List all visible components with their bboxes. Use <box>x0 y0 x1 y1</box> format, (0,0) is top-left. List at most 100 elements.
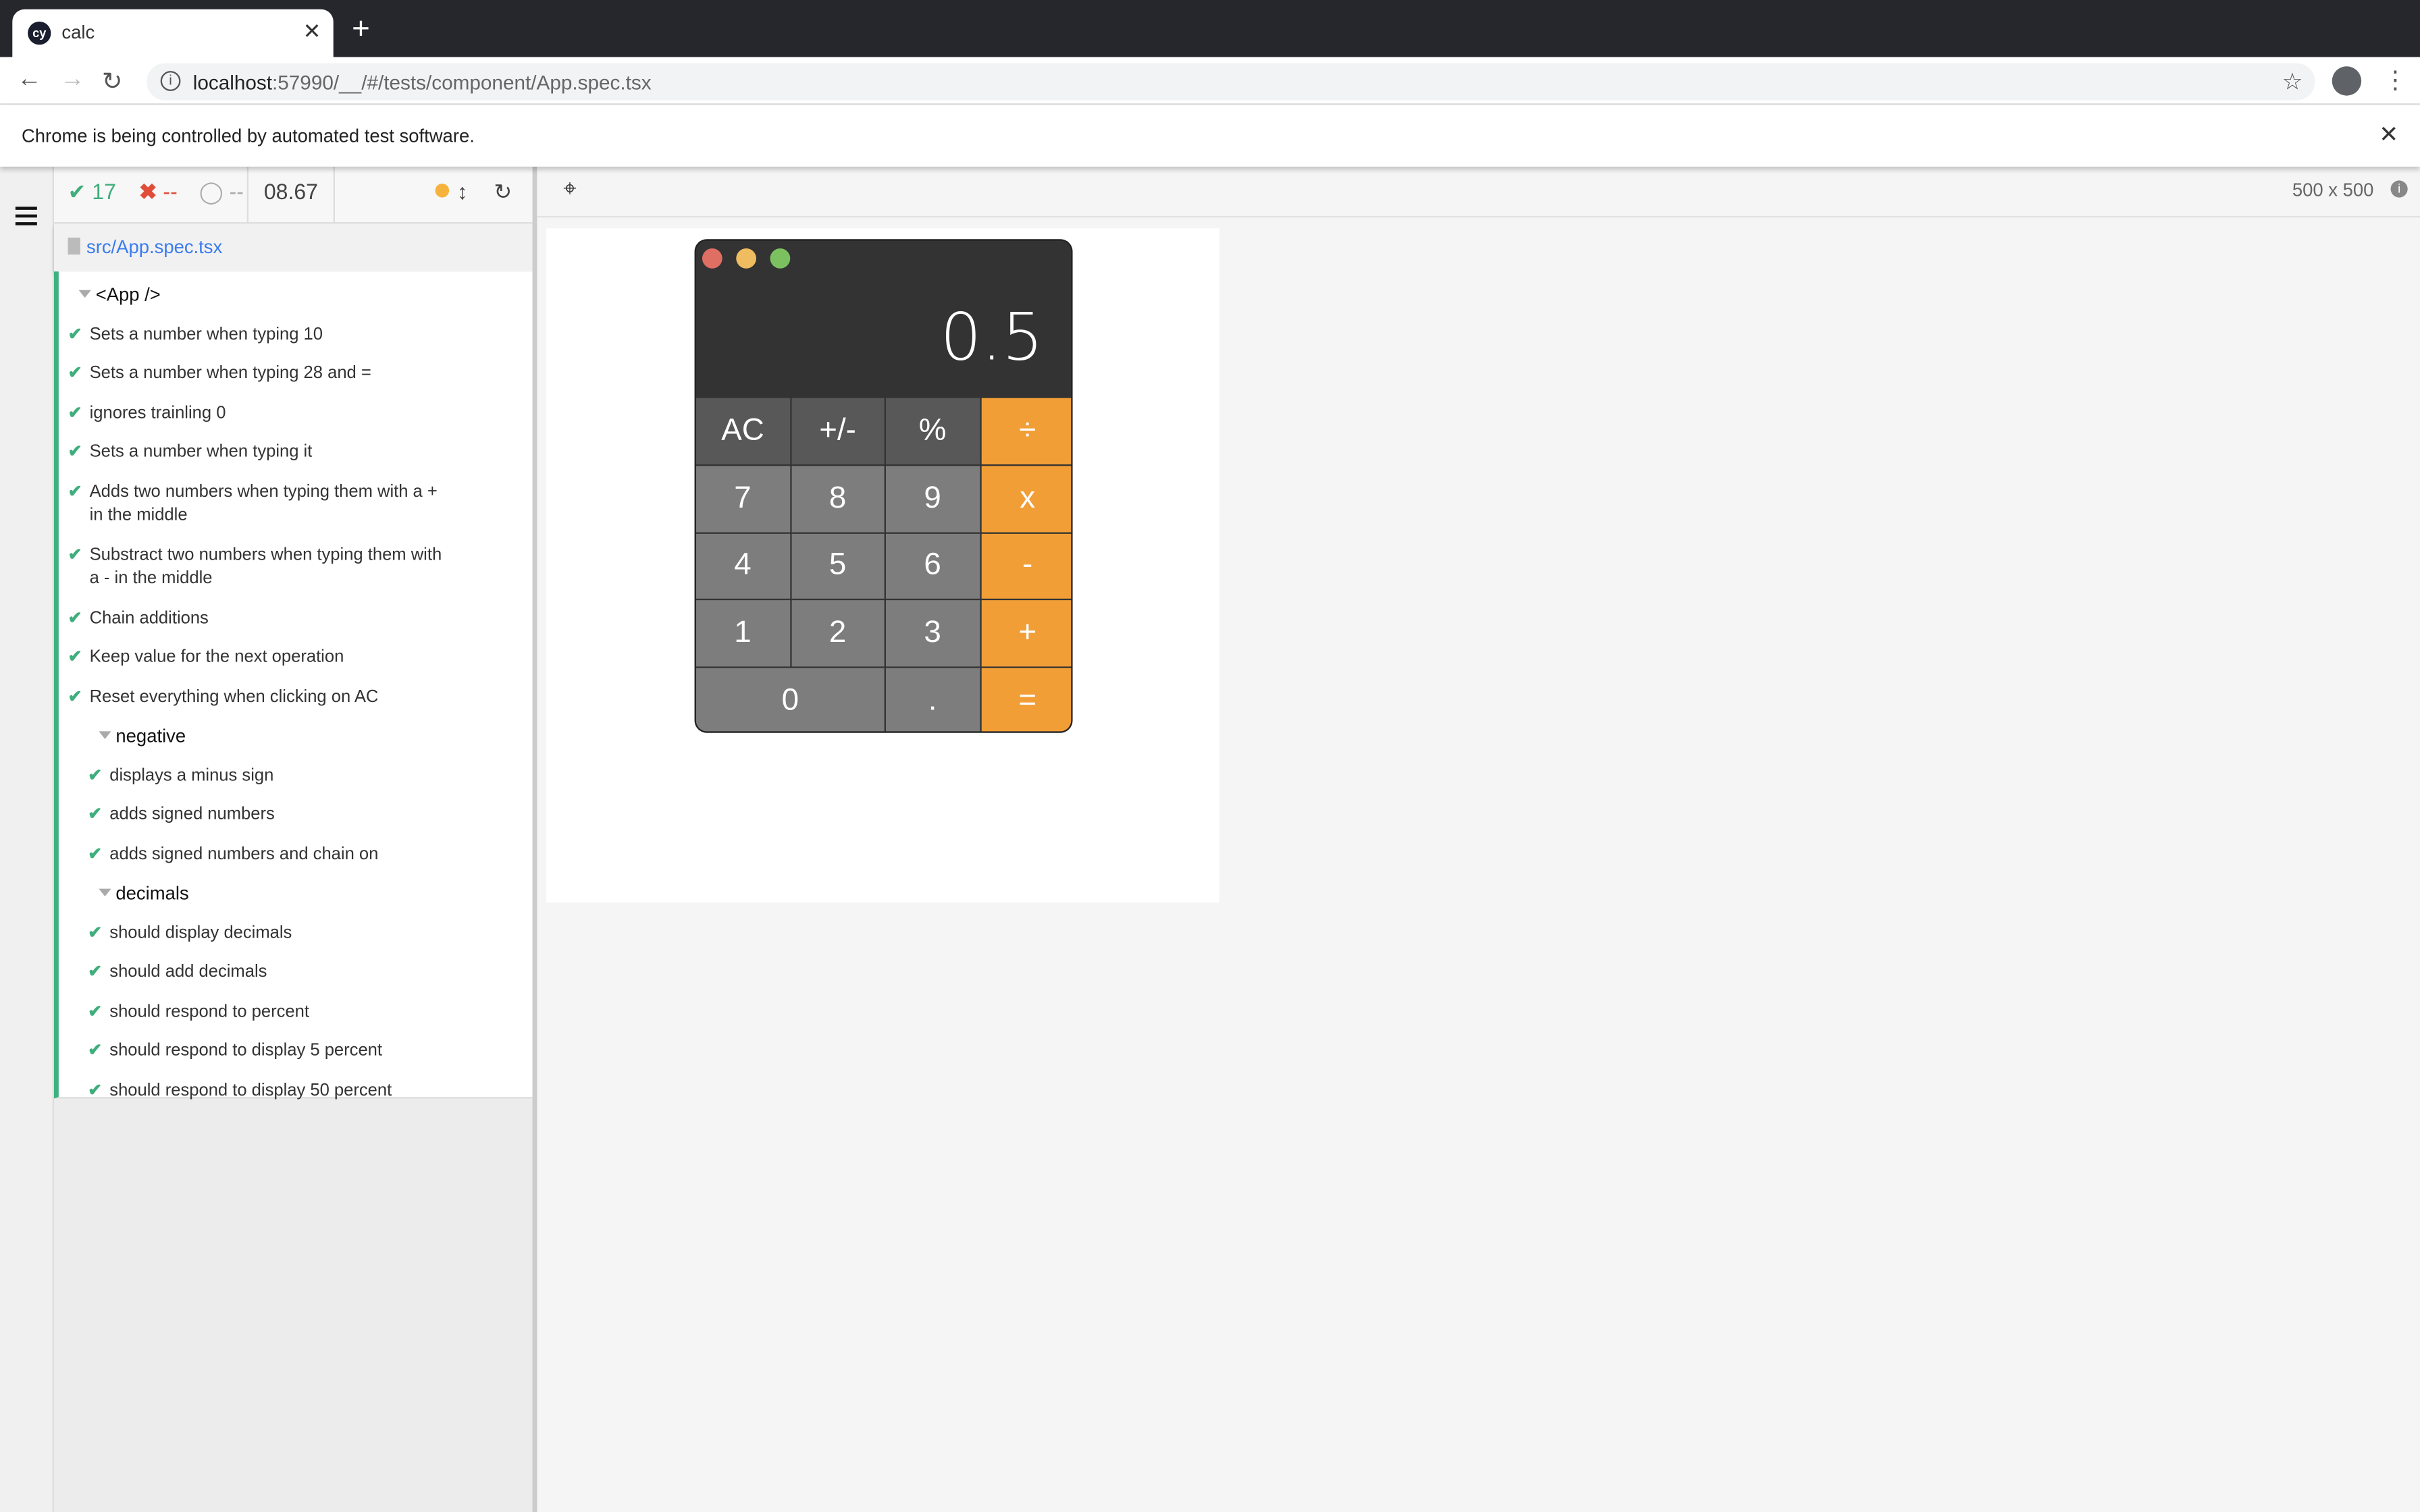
new-tab-icon[interactable]: + <box>352 14 370 45</box>
key-11[interactable]: - <box>980 533 1072 599</box>
failed-count: ✖ -- <box>139 179 178 205</box>
reload-icon[interactable]: ↻ <box>102 66 123 97</box>
test-row[interactable]: ✔ displays a minus sign <box>59 757 533 796</box>
pass-check-icon: ✔ <box>88 805 103 824</box>
collapse-triangle-icon <box>99 888 111 896</box>
more-menu-icon[interactable]: ⋮ <box>2383 65 2408 96</box>
rerun-icon[interactable]: ↻ <box>494 179 512 205</box>
key-18[interactable]: = <box>980 668 1072 732</box>
test-row[interactable]: ✔ adds signed numbers <box>59 796 533 835</box>
suite-row[interactable]: negative <box>59 718 533 757</box>
key-5[interactable]: 8 <box>791 465 885 532</box>
key-4[interactable]: 7 <box>695 465 790 532</box>
test-row[interactable]: ✔ Sets a number when typing 28 and = <box>59 355 533 394</box>
close-infobar-icon[interactable]: ✕ <box>2379 120 2398 148</box>
test-title: adds signed numbers and chain on <box>109 844 379 863</box>
viewport-size: 500 x 500 <box>2292 179 2374 201</box>
key-16[interactable]: 0 <box>695 668 885 732</box>
test-row[interactable]: ✔ should respond to percent <box>59 993 533 1032</box>
address-bar-row: ← → ↻ i localhost:57990/__/#/tests/compo… <box>0 57 2420 105</box>
collapse-triangle-icon <box>99 731 111 739</box>
test-row[interactable]: ✔ should respond to display 5 percent <box>59 1032 533 1071</box>
bookmark-star-icon[interactable]: ☆ <box>2282 68 2303 96</box>
pending-count: ◯ -- <box>199 179 244 205</box>
url-path: :57990/__/#/tests/component/App.spec.tsx <box>271 71 652 94</box>
suite-row[interactable]: <App /> <box>59 276 533 315</box>
url-input[interactable]: i localhost:57990/__/#/tests/component/A… <box>147 63 2315 101</box>
auto-scroll-icon[interactable]: ↕ <box>457 179 468 204</box>
pass-check-icon: ✔ <box>88 765 103 785</box>
suite-title: decimals <box>115 882 189 905</box>
pass-check-icon: ✔ <box>68 403 82 423</box>
divider <box>246 166 248 224</box>
url-host: localhost <box>192 71 272 94</box>
test-row[interactable]: ✔ should add decimals <box>59 954 533 993</box>
aut-toolbar: ⌖ 500 x 500 i <box>537 166 2420 218</box>
keypad: AC +/-% ÷ 7 8 9 x 4 5 6- 1 2 3 +0. = <box>695 398 1072 732</box>
test-row[interactable]: ✔ Adds two numbers when typing them with … <box>59 473 533 537</box>
test-row[interactable]: ✔ Sets a number when typing 10 <box>59 315 533 354</box>
key-13[interactable]: 2 <box>791 601 885 667</box>
key-3[interactable]: ÷ <box>980 398 1072 464</box>
test-title: displays a minus sign <box>109 765 274 785</box>
viewport-info-icon[interactable]: i <box>2390 180 2408 198</box>
minimize-dot-icon <box>736 248 756 269</box>
key-14[interactable]: 3 <box>885 601 980 667</box>
suite-row[interactable]: decimals <box>59 875 533 914</box>
panel-resizer[interactable] <box>532 166 537 1512</box>
test-title: Sets a number when typing 28 and = <box>89 364 371 383</box>
back-icon[interactable]: ← <box>17 66 42 94</box>
spec-file-link[interactable]: src/App.spec.tsx <box>86 236 222 258</box>
test-row[interactable]: ✔ Substract two numbers when typing them … <box>59 536 533 599</box>
file-icon <box>68 237 80 255</box>
test-title: Sets a number when typing it <box>89 442 313 462</box>
key-6[interactable]: 9 <box>885 465 980 532</box>
pass-check-icon: ✔ <box>88 844 103 863</box>
test-row[interactable]: ✔ Chain additions <box>59 599 533 639</box>
test-row[interactable]: ✔ should display decimals <box>59 914 533 953</box>
close-tab-icon[interactable]: ✕ <box>303 18 321 45</box>
test-row[interactable]: ✔ Reset everything when clicking on AC <box>59 678 533 718</box>
failed-value: -- <box>163 179 178 204</box>
test-reporter: ✔ 17 ✖ -- ◯ -- 08.67 ↕ ↻ src/App.spec.ts… <box>53 166 533 1512</box>
pending-value: -- <box>229 179 244 204</box>
test-row[interactable]: ✔ Keep value for the next operation <box>59 639 533 678</box>
key-12[interactable]: 1 <box>695 601 790 667</box>
test-row[interactable]: ✔ ignores trainling 0 <box>59 394 533 433</box>
key-10[interactable]: 6 <box>885 533 980 599</box>
key-8[interactable]: 4 <box>695 533 790 599</box>
key-17[interactable]: . <box>885 668 980 732</box>
key-9[interactable]: 5 <box>791 533 885 599</box>
stats-bar: ✔ 17 ✖ -- ◯ -- 08.67 ↕ ↻ <box>53 166 533 224</box>
spec-file-header: src/App.spec.tsx <box>53 223 533 272</box>
test-row[interactable]: ✔ Sets a number when typing it <box>59 433 533 473</box>
test-list: <App /> ✔ Sets a number when typing 10 ✔ Set… <box>53 271 533 1100</box>
info-icon[interactable]: i <box>160 71 181 91</box>
selector-playground-crosshair-icon[interactable]: ⌖ <box>563 176 576 202</box>
key-2[interactable]: % <box>885 398 980 464</box>
key-0[interactable]: AC <box>695 398 790 464</box>
forward-icon[interactable]: → <box>60 66 85 94</box>
collapse-triangle-icon <box>78 290 91 298</box>
key-1[interactable]: +/- <box>791 398 885 464</box>
key-7[interactable]: x <box>980 465 1072 532</box>
browser-tab[interactable]: cy calc ✕ <box>12 9 334 57</box>
pass-check-icon: ✔ <box>68 647 82 667</box>
test-row[interactable]: ✔ should respond to display 50 percent <box>59 1071 533 1110</box>
duration: 08.67 <box>263 179 318 204</box>
test-row[interactable]: ✔ adds signed numbers and chain on <box>59 836 533 875</box>
test-title: should display decimals <box>109 923 292 942</box>
check-icon: ✔ <box>68 179 86 204</box>
tab-title: calc <box>61 21 95 43</box>
key-15[interactable]: + <box>980 601 1072 667</box>
calculator-display: 0.5 <box>940 299 1044 375</box>
pass-check-icon: ✔ <box>88 963 103 981</box>
profile-avatar-icon[interactable] <box>2332 66 2362 96</box>
pass-check-icon: ✔ <box>68 442 82 462</box>
pass-check-icon: ✔ <box>68 608 82 628</box>
hamburger-menu-icon[interactable] <box>15 207 37 229</box>
browser-tab-bar: cy calc ✕ + <box>0 0 2420 57</box>
pass-check-icon: ✔ <box>68 482 82 501</box>
divider <box>333 166 335 224</box>
test-title: should respond to display 50 percent <box>109 1081 392 1100</box>
